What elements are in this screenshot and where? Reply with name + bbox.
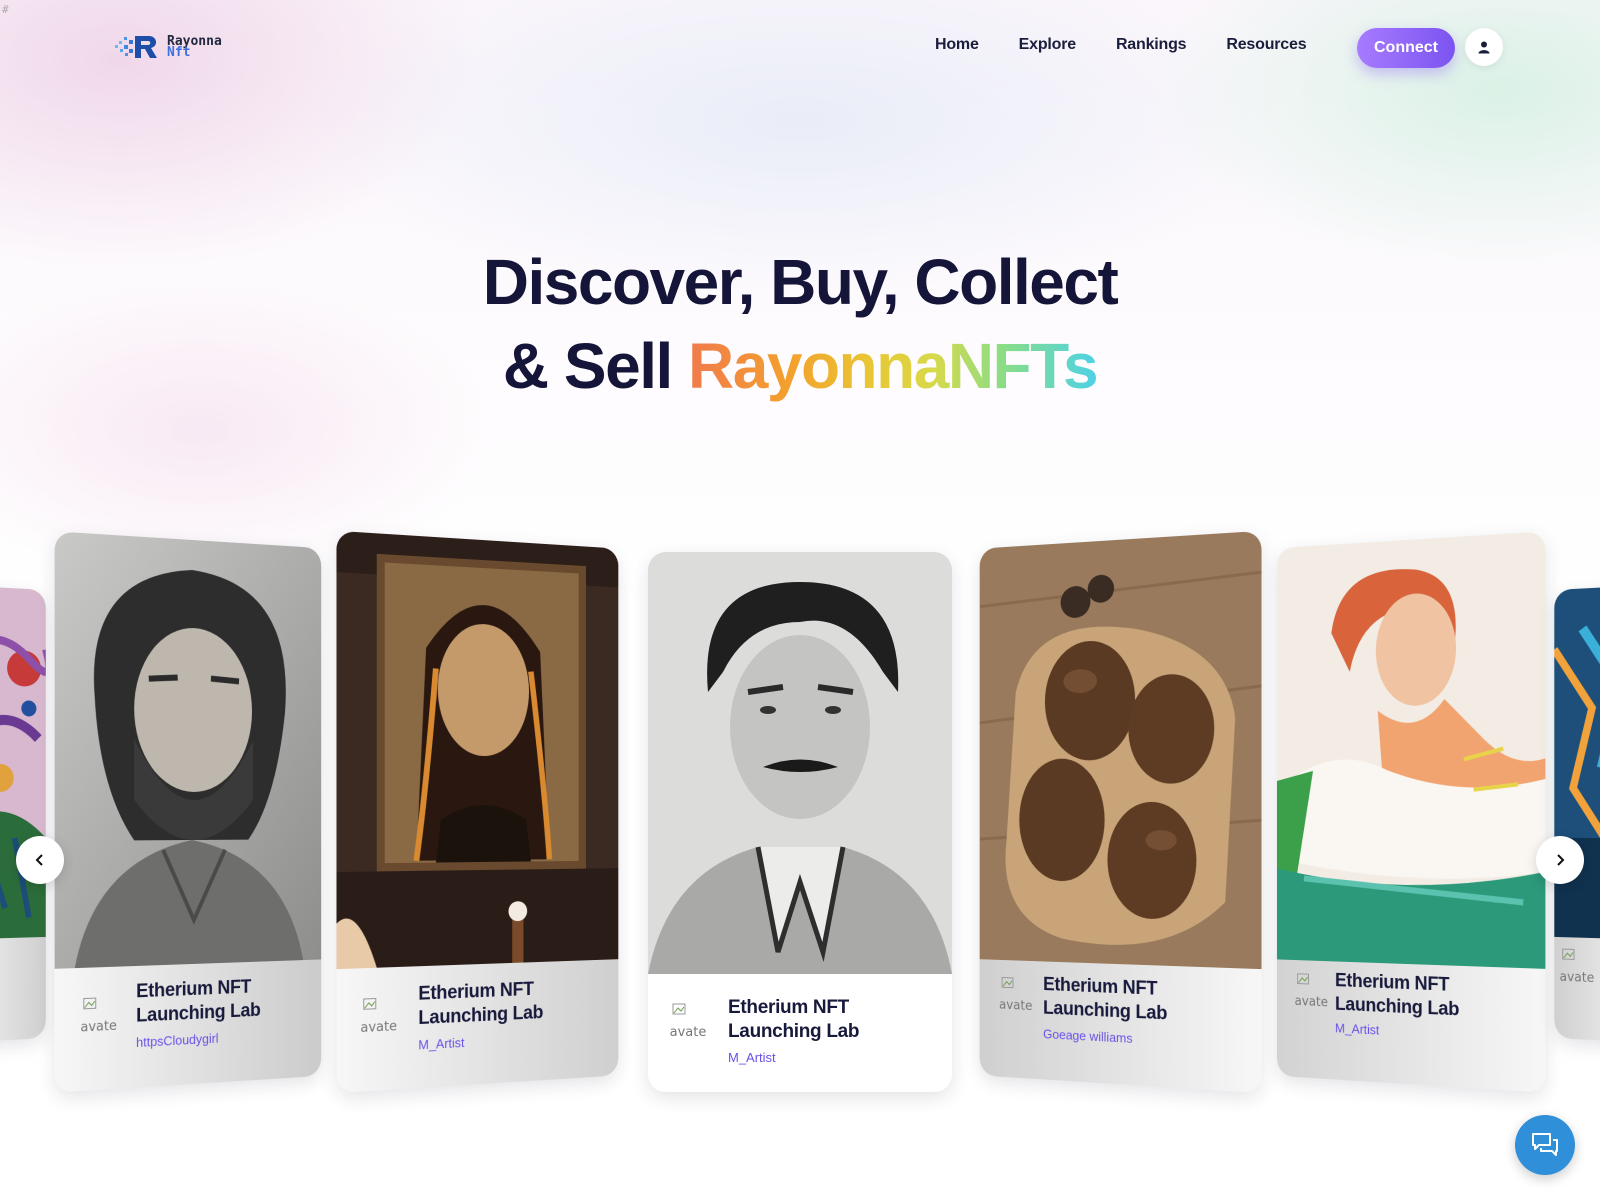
main-nav: Home Explore Rankings Resources [935,36,1307,54]
hero-title: Discover, Buy, Collect & Sell RayonnaNFT… [0,240,1600,408]
nav-home[interactable]: Home [935,36,979,54]
nft-artwork-image [336,530,619,970]
creator-avatar: avate [1558,945,1596,986]
creator-avatar: avate [998,973,1034,1014]
nft-card-author[interactable]: M_Artist [418,1035,464,1053]
hero-title-line1: Discover, Buy, Collect [482,246,1119,318]
nft-card-author[interactable]: httpsCloudygirl [136,1031,218,1050]
nft-artwork-image [0,586,46,940]
nft-card-title[interactable]: Etherium NFT Launching Lab [1335,969,1459,1022]
nft-card-author[interactable]: Goeage williams [1043,1026,1133,1046]
creator-avatar: avate [359,993,399,1036]
nav-resources[interactable]: Resources [1226,36,1306,54]
carousel-prev-button[interactable] [16,836,64,884]
chat-icon [1532,1133,1558,1156]
nft-card[interactable]: avate Etherium NFT Launching Lab M_Artist [648,552,952,1092]
carousel-next-button[interactable] [1536,836,1584,884]
connect-button[interactable]: Connect [1357,28,1455,68]
nft-artwork-image [648,552,952,974]
nft-card-author[interactable]: M_Artist [1335,1020,1379,1037]
nft-artwork-image [1554,585,1600,940]
hero-title-highlight: RayonnaNFTs [688,330,1099,402]
nft-card-info: avate Etherium NFT Launching Lab M_Artist [1276,959,1546,1093]
nft-card[interactable]: avate Etherium NFT Launching Lab Goeage w… [979,530,1262,1094]
creator-avatar: avate [668,1000,708,1040]
nft-card-title[interactable]: Etherium NFT Launching Lab [1043,973,1167,1026]
logo-icon [115,34,163,60]
nft-card-info: avate Etherium NFT Launching Lab httpsClo… [54,959,322,1093]
nft-card[interactable]: avate Etherium NFT Launching Lab M_Artist [1276,531,1546,1093]
chevron-right-icon [1557,854,1565,866]
nav-rankings[interactable]: Rankings [1116,36,1187,54]
creator-avatar: avate [79,993,119,1036]
nft-card-title[interactable]: Etherium NFT Launching Lab [136,975,260,1028]
nft-card-info: avate Etherium NFT Launching Lab M_Artist [336,959,619,1094]
nft-artwork-image [54,531,322,969]
hero-title-line2-prefix: & Sell [502,330,689,402]
creator-avatar: avate [1293,970,1329,1011]
logo-text-secondary: Nft [167,45,191,60]
nft-card[interactable]: avate Etherium NFT Launching Lab M_Artist [336,530,619,1094]
chevron-left-icon [35,854,43,866]
nft-card-partial-right[interactable]: avate [1554,585,1600,1043]
site-logo[interactable]: Rayonna Nft [115,34,222,60]
nft-carousel: avate Etherium NFT Launching Lab httpsClo… [0,530,1600,1100]
nft-card-info: avate Etherium NFT Launching Lab M_Artist [648,974,952,1092]
user-profile-button[interactable] [1465,28,1503,66]
nft-card-info: avate Etherium NFT Launching Lab Goeage w… [979,959,1262,1094]
chat-button[interactable] [1515,1115,1575,1175]
user-icon [1478,41,1490,54]
nft-artwork-image [1276,531,1546,969]
nav-explore[interactable]: Explore [1019,36,1076,54]
nft-card-title[interactable]: Etherium NFT Launching Lab [728,996,860,1044]
nft-artwork-image [979,530,1262,970]
nft-card-author[interactable]: M_Artist [728,1050,776,1065]
nft-card[interactable]: avate Etherium NFT Launching Lab httpsClo… [54,531,322,1093]
nft-card-partial-left[interactable] [0,586,46,1042]
page-marker: # [2,3,9,16]
nft-card-title[interactable]: Etherium NFT Launching Lab [418,978,543,1032]
